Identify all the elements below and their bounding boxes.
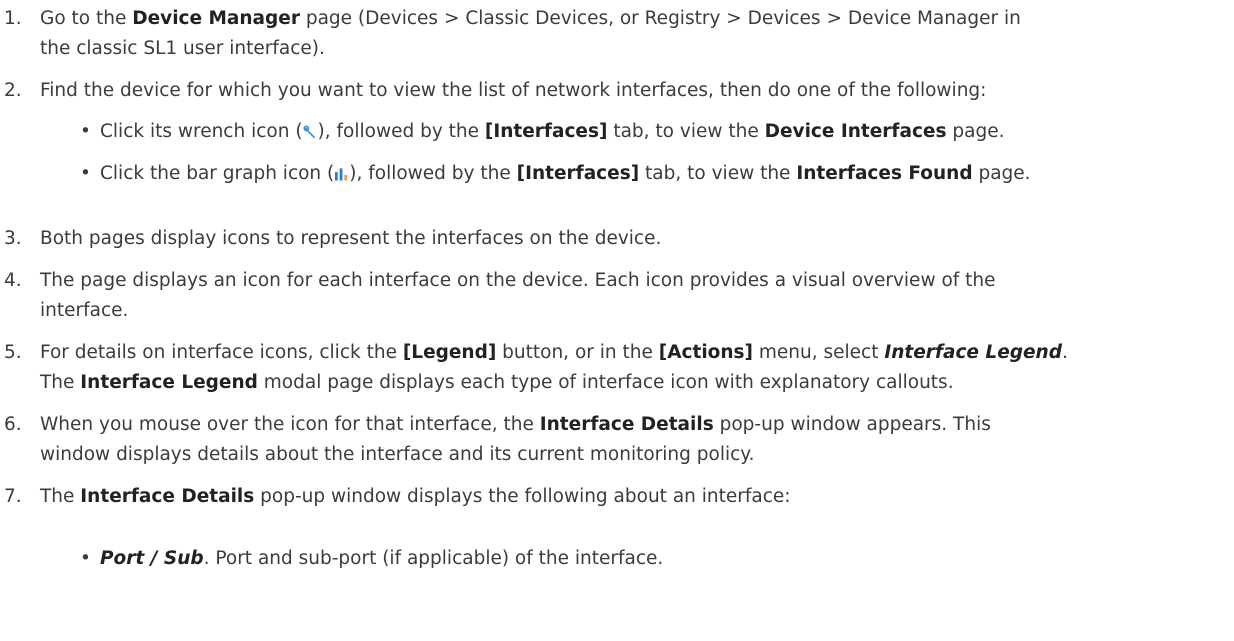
step-number: 6. — [4, 414, 22, 435]
page-name: Device Interfaces — [764, 121, 947, 142]
step-line: interface. — [40, 300, 129, 321]
window-name: Interface Details — [539, 414, 714, 435]
window-name: Interface Details — [80, 486, 255, 507]
menu-name: [Actions] — [658, 342, 754, 363]
step-line: When you mouse over the icon for that in… — [40, 414, 991, 435]
step-line: Go to the Device Manager page (Devices >… — [40, 8, 1021, 29]
step-body: Both pages display icons to represent th… — [40, 228, 662, 249]
tab-name: [Interfaces] — [516, 163, 640, 184]
step-line: window displays details about the interf… — [40, 444, 755, 465]
step-body: The Interface Details pop-up window disp… — [40, 486, 791, 507]
step-line: the classic SL1 user interface). — [40, 38, 325, 59]
step-body: Go to the Device Manager page (Devices >… — [40, 4, 1220, 64]
step-number: 2. — [4, 80, 22, 101]
bullet-text: Port / Sub. Port and sub-port (if applic… — [100, 548, 664, 569]
step-number: 5. — [4, 342, 22, 363]
wrench-icon — [303, 125, 315, 139]
bullet-dot: • — [80, 548, 91, 569]
field-term: Port / Sub — [100, 548, 204, 569]
step-body: The page displays an icon for each inter… — [40, 266, 1220, 326]
step-body: Find the device for which you want to vi… — [40, 80, 987, 101]
tab-name: [Interfaces] — [484, 121, 608, 142]
step-body: When you mouse over the icon for that in… — [40, 410, 1220, 470]
button-name: [Legend] — [402, 342, 497, 363]
step-number: 4. — [4, 270, 22, 291]
document-page: 1. Go to the Device Manager page (Device… — [0, 0, 1234, 641]
page-name: Device Manager — [132, 8, 300, 29]
bullet-text: Click the bar graph icon (), followed by… — [100, 163, 1031, 184]
page-name: Interface Legend — [80, 372, 258, 393]
step-line: The page displays an icon for each inter… — [40, 270, 996, 291]
bullet-text: Click its wrench icon (), followed by th… — [100, 121, 1005, 142]
bar-graph-icon — [335, 168, 348, 181]
bullet-dot: • — [80, 163, 91, 184]
step-number: 3. — [4, 228, 22, 249]
step-number: 7. — [4, 486, 22, 507]
step-number: 1. — [4, 8, 22, 29]
step-body: For details on interface icons, click th… — [40, 338, 1220, 398]
bullet-dot: • — [80, 121, 91, 142]
page-name: Interfaces Found — [796, 163, 973, 184]
step-line: The Interface Legend modal page displays… — [40, 372, 954, 393]
menu-item-name: Interface Legend — [884, 342, 1062, 363]
step-line: For details on interface icons, click th… — [40, 342, 1068, 363]
